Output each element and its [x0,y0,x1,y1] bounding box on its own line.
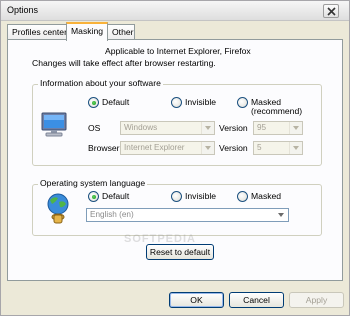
tab-other[interactable]: Other [107,24,135,40]
software-invisible-label: Invisible [185,97,217,107]
language-group-legend: Operating system language [38,178,148,188]
browser-select[interactable]: Internet Explorer [120,141,215,155]
chevron-down-icon [201,122,214,134]
reset-to-default-button[interactable]: Reset to default [146,244,214,260]
close-button[interactable] [323,4,339,18]
os-version-select[interactable]: 95 [253,121,303,135]
browser-version-value: 5 [257,143,262,152]
chevron-down-icon [289,122,302,134]
language-invisible-radio[interactable] [171,191,182,202]
language-value: English (en) [90,210,134,219]
os-label: OS [88,123,101,133]
chevron-down-icon [289,142,302,154]
software-masked-radio[interactable] [237,97,248,108]
ok-button[interactable]: OK [169,292,224,308]
browser-value: Internet Explorer [124,143,185,152]
software-masked-sublabel: (recommend) [251,106,303,116]
title-bar[interactable]: Options [1,1,349,21]
globe-person-icon [47,193,69,224]
os-version-value: 95 [257,123,267,132]
language-masked-radio[interactable] [237,191,248,202]
chevron-down-icon [275,209,288,221]
watermark: SOFTPEDIA [124,233,196,245]
language-invisible-label: Invisible [185,191,217,201]
os-select[interactable]: Windows [120,121,215,135]
browser-version-label: Version [219,143,248,153]
browser-version-select[interactable]: 5 [253,141,303,155]
chevron-down-icon [201,142,214,154]
browser-label: Browser [88,143,120,153]
language-default-radio[interactable] [88,191,99,202]
os-value: Windows [124,123,158,132]
applicable-note: Applicable to Internet Explorer, Firefox [105,46,251,56]
restart-note: Changes will take effect after browser r… [32,58,216,68]
language-masked-label: Masked [251,191,282,201]
apply-button[interactable]: Apply [289,292,344,308]
language-default-label: Default [102,191,130,201]
software-group-legend: Information about your software [38,78,163,88]
os-version-label: Version [219,123,248,133]
software-default-radio[interactable] [88,97,99,108]
language-select[interactable]: English (en) [86,208,289,222]
software-invisible-radio[interactable] [171,97,182,108]
computer-monitor-icon [41,112,67,137]
options-window: Options Profiles center Masking Other Ap… [0,0,350,316]
close-icon [327,7,336,16]
tab-label: Profiles center [12,27,67,37]
cancel-button[interactable]: Cancel [229,292,284,308]
tab-profiles-center[interactable]: Profiles center [7,24,67,40]
tab-label: Masking [71,26,103,36]
tab-label: Other [112,27,134,37]
tab-masking[interactable]: Masking [66,22,108,41]
window-title: Options [7,5,39,15]
software-default-label: Default [102,97,130,107]
